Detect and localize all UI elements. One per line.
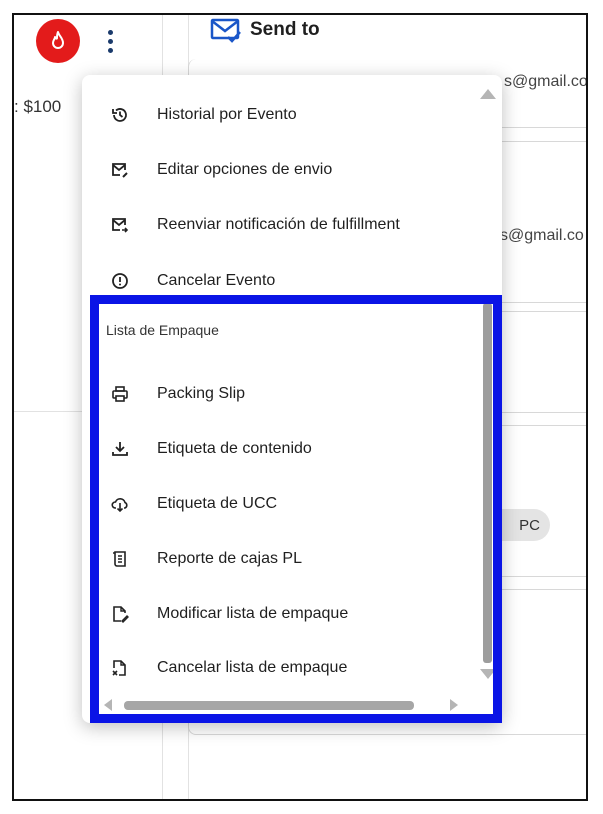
more-options-button[interactable] <box>102 21 118 61</box>
menu-item-historial[interactable]: Historial por Evento <box>82 95 482 135</box>
send-to-header: Send to <box>210 17 320 43</box>
mail-resend-icon <box>110 215 130 235</box>
menu-item-label: Etiqueta de contenido <box>157 440 312 457</box>
download-icon <box>110 439 130 459</box>
menu-item-reporte-cajas[interactable]: Reporte de cajas PL <box>82 539 482 579</box>
price-text: : $100 <box>14 97 62 116</box>
menu-item-label: Modificar lista de empaque <box>157 605 349 622</box>
menu-item-label: Editar opciones de envio <box>157 161 333 178</box>
scroll-up-arrow[interactable] <box>480 89 496 99</box>
menu-item-label: Etiqueta de UCC <box>157 495 278 512</box>
menu-item-editar-envio[interactable]: Editar opciones de envio <box>82 150 482 190</box>
menu-item-label: Historial por Evento <box>157 106 297 123</box>
menu-item-label: Cancelar lista de empaque <box>157 659 348 676</box>
mail-edit-icon <box>110 160 130 180</box>
menu-item-etiqueta-contenido[interactable]: Etiqueta de contenido <box>82 429 482 469</box>
send-to-label: Send to <box>250 19 320 40</box>
dot-icon <box>107 47 113 53</box>
email-text: s@gmail.co <box>500 227 584 244</box>
receipt-icon <box>110 549 130 569</box>
menu-item-cancelar-evento[interactable]: Cancelar Evento <box>82 261 482 301</box>
screenshot-frame: : $100 Send to s@gmail.co s@gmail.co PC … <box>12 13 588 801</box>
menu-item-packing-slip[interactable]: Packing Slip <box>82 374 482 414</box>
menu-item-reenviar[interactable]: Reenviar notificación de fulfillment <box>82 205 482 245</box>
menu-item-etiqueta-ucc[interactable]: Etiqueta de UCC <box>82 484 482 524</box>
scroll-right-arrow[interactable] <box>450 699 458 711</box>
dot-icon <box>107 29 113 35</box>
scroll-left-arrow[interactable] <box>104 699 112 711</box>
menu-item-cancelar-lista[interactable]: Cancelar lista de empaque <box>82 648 482 688</box>
email-text: s@gmail.co <box>504 73 588 90</box>
actions-menu: Historial por Evento Editar opciones de … <box>82 75 502 723</box>
scroll-down-arrow[interactable] <box>480 669 496 679</box>
alert-circle-icon <box>110 271 130 291</box>
dot-icon <box>107 38 113 44</box>
horizontal-scrollbar-thumb[interactable] <box>124 701 414 710</box>
vertical-scrollbar-thumb[interactable] <box>483 303 492 663</box>
menu-item-label: Packing Slip <box>157 385 246 402</box>
history-icon <box>110 105 130 125</box>
cloud-download-icon <box>110 494 130 514</box>
menu-item-label: Cancelar Evento <box>157 272 276 289</box>
menu-item-modificar-lista[interactable]: Modificar lista de empaque <box>82 594 482 634</box>
mail-check-icon <box>210 18 241 43</box>
file-edit-icon <box>110 604 130 624</box>
printer-icon <box>110 384 130 404</box>
section-title: Lista de Empaque <box>106 322 219 338</box>
menu-item-label: Reenviar notificación de fulfillment <box>157 216 400 233</box>
menu-item-label: Reporte de cajas PL <box>157 550 302 567</box>
file-cancel-icon <box>110 658 130 678</box>
fire-badge[interactable] <box>36 19 80 63</box>
flame-icon <box>52 31 64 49</box>
